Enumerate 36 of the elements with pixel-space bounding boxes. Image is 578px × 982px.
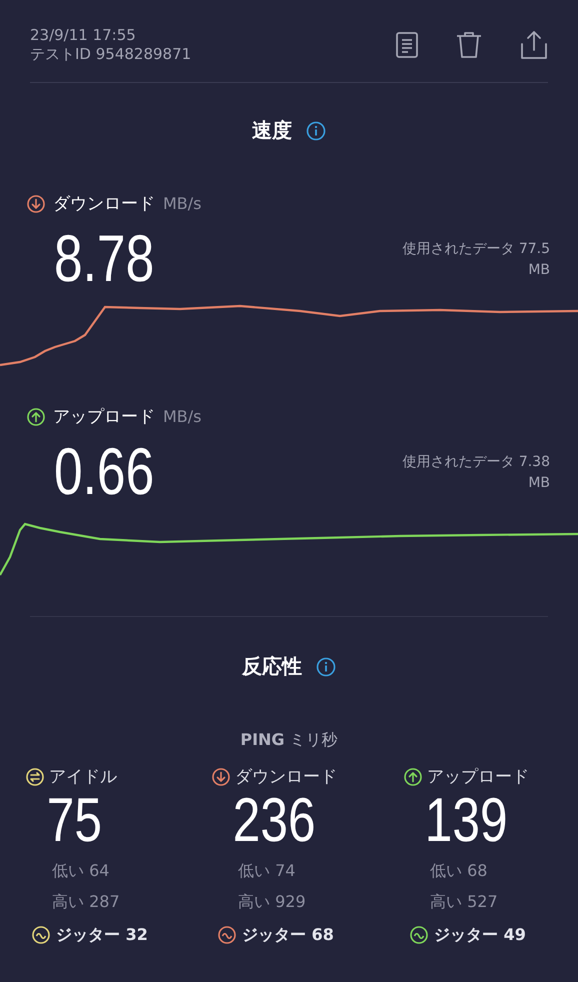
ping-high: 高い 929 bbox=[237, 892, 307, 913]
trash-icon[interactable] bbox=[456, 31, 482, 59]
speed-label: ダウンロード bbox=[53, 193, 155, 215]
jitter-value: ジッター 68 bbox=[242, 924, 334, 946]
ping-low: 低い 64 bbox=[51, 860, 110, 882]
ping-value: 139 bbox=[424, 792, 509, 851]
wave-icon bbox=[32, 926, 50, 944]
test-datetime: 23/9/11 17:55 bbox=[30, 26, 137, 44]
data-used: 使用されたデータ 77.5 MB bbox=[401, 240, 550, 280]
test-id: テストID 9548289871 bbox=[30, 45, 192, 64]
unit-label: MB/s bbox=[163, 194, 202, 213]
ping-type-label: アイドル bbox=[49, 766, 117, 788]
ping-type-label: アップロード bbox=[427, 766, 529, 788]
ping-low: 低い 74 bbox=[237, 860, 296, 882]
speed-value: 0.66 bbox=[54, 438, 154, 504]
data-used: 使用されたデータ 7.38 MB bbox=[401, 453, 550, 493]
ping-low: 低い 68 bbox=[429, 860, 488, 882]
jitter-value: ジッター 32 bbox=[56, 924, 148, 946]
speed-label: アップロード bbox=[53, 406, 155, 428]
share-icon[interactable] bbox=[520, 30, 548, 60]
ping-label: PING ミリ秒 bbox=[240, 730, 338, 749]
ping-value: 75 bbox=[46, 792, 103, 851]
section-title: 速度 bbox=[252, 117, 292, 144]
wave-icon bbox=[410, 926, 428, 944]
document-icon[interactable] bbox=[396, 32, 418, 58]
speed-value: 8.78 bbox=[54, 225, 154, 291]
ping-type-label: ダウンロード bbox=[235, 766, 337, 788]
info-icon[interactable] bbox=[316, 656, 336, 676]
info-icon[interactable] bbox=[306, 120, 326, 140]
ping-high: 高い 287 bbox=[51, 892, 121, 913]
ping-high: 高い 527 bbox=[429, 892, 499, 913]
unit-label: MB/s bbox=[163, 407, 202, 426]
jitter-value: ジッター 49 bbox=[434, 924, 526, 946]
section-title: 反応性 bbox=[242, 653, 302, 680]
ping-value: 236 bbox=[232, 792, 317, 851]
wave-icon bbox=[218, 926, 236, 944]
